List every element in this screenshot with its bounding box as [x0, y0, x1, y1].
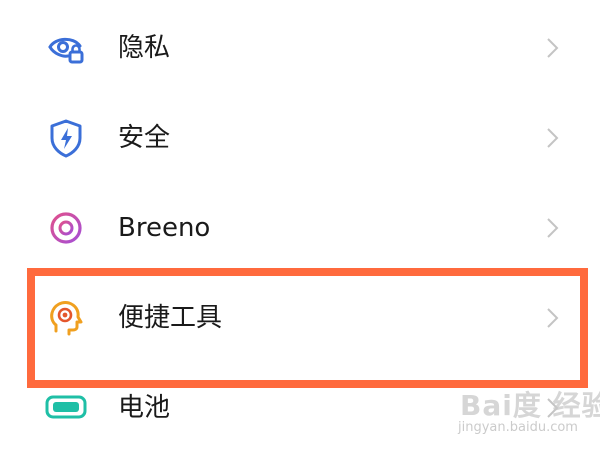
- settings-item-convenience-tools[interactable]: 便捷工具: [0, 273, 600, 363]
- settings-item-privacy[interactable]: 隐私: [0, 3, 600, 93]
- battery-icon: [44, 386, 88, 430]
- breeno-ring-icon: [44, 206, 88, 250]
- security-shield-bolt-icon: [44, 116, 88, 160]
- chevron-right-icon: [540, 126, 564, 150]
- settings-item-label: 便捷工具: [118, 303, 223, 333]
- settings-item-label: 电池: [118, 393, 171, 423]
- chevron-right-icon: [540, 216, 564, 240]
- settings-item-label: 安全: [118, 123, 171, 153]
- settings-item-label: Breeno: [118, 213, 211, 243]
- settings-item-security[interactable]: 安全: [0, 93, 600, 183]
- convenience-tools-head-icon: [44, 296, 88, 340]
- privacy-eye-lock-icon: [44, 26, 88, 70]
- settings-item-label: 隐私: [118, 33, 171, 63]
- chevron-right-icon: [540, 306, 564, 330]
- settings-item-breeno[interactable]: Breeno: [0, 183, 600, 273]
- chevron-right-icon: [540, 36, 564, 60]
- chevron-right-icon: [540, 396, 564, 420]
- settings-item-battery[interactable]: 电池: [0, 363, 600, 453]
- settings-list: 隐私 安全 Breeno 便捷工具 电池: [0, 0, 600, 450]
